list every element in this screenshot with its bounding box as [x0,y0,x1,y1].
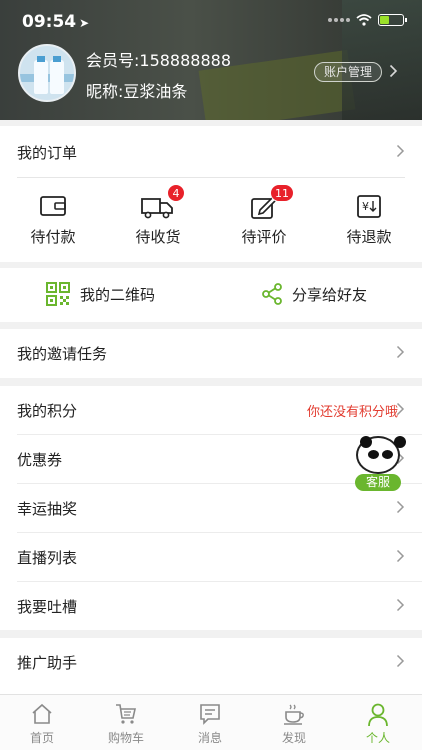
tab-label: 发现 [281,731,306,745]
tab-label: 消息 [197,731,222,745]
list-item-points[interactable]: 我的积分 你还没有积分哦 [0,386,422,435]
wifi-icon [356,14,372,26]
list-item-feedback[interactable]: 我要吐槽 [0,582,422,631]
chevron-right-icon [396,549,405,563]
tab-home[interactable]: 首页 [0,695,84,750]
avatar[interactable] [18,44,76,102]
list-item-label: 我的积分 [17,402,78,420]
promo-card: 推广助手 [0,638,422,694]
battery-icon [378,14,407,26]
tab-cart[interactable]: 购物车 [84,695,168,750]
qr-code-label: 我的二维码 [80,285,156,304]
order-tab-label: 待评价 [241,228,287,246]
menu-card: 我的积分 你还没有积分哦 优惠券 幸运抽奖 直播列表 我要吐槽 [0,386,422,630]
tab-label: 购物车 [107,731,144,745]
status-bar: 09:54 ➤ [22,12,407,32]
order-tab-label: 待付款 [30,228,76,246]
order-tab-label: 待退款 [346,228,392,246]
profile-header: 09:54 ➤ 会员号:158888888 昵称:豆浆油条 账户管理 [0,0,422,120]
nickname: 昵称:豆浆油条 [86,82,188,101]
tab-profile[interactable]: 个人 [336,695,420,750]
status-time-text: 09:54 [22,12,77,32]
list-item-label: 我要吐槽 [17,598,78,616]
account-management-button[interactable]: 账户管理 [314,62,382,82]
list-item-label: 直播列表 [17,549,78,567]
points-hint: 你还没有积分哦 [306,405,398,420]
coffee-icon [284,704,304,725]
chevron-right-icon[interactable] [389,64,398,78]
member-number: 会员号:158888888 [86,51,232,70]
bottom-tab-bar: 首页 购物车 消息 发现 个人 [0,694,422,750]
order-tab-pending-refund[interactable]: ¥ 待退款 [324,186,414,256]
order-tab-pending-review[interactable]: 11 待评价 [219,184,309,256]
list-item-label: 幸运抽奖 [17,500,78,518]
chevron-right-icon [396,345,405,359]
chevron-right-icon [396,402,405,416]
quick-actions: 我的二维码 分享给好友 [0,268,422,322]
share-to-friends-button[interactable]: 分享给好友 [260,282,367,306]
tab-messages[interactable]: 消息 [168,695,252,750]
chevron-right-icon [396,654,405,668]
home-icon [32,703,52,724]
list-item-label: 我的邀请任务 [17,345,108,363]
list-item-promo-assistant[interactable]: 推广助手 [0,638,422,687]
cart-icon [116,704,136,724]
invite-card: 我的邀请任务 [0,329,422,378]
share-label: 分享给好友 [292,285,368,304]
wallet-icon [40,196,66,216]
refund-icon: ¥ [357,195,381,218]
location-arrow-icon: ➤ [79,16,90,30]
order-tab-label: 待收货 [135,228,181,246]
chevron-right-icon [396,500,405,514]
tab-label: 个人 [365,731,390,745]
panda-icon [356,436,406,474]
my-qr-code-button[interactable]: 我的二维码 [46,282,155,306]
order-badge: 4 [167,184,185,202]
order-tab-pending-payment[interactable]: 待付款 [8,186,98,256]
status-time: 09:54 ➤ [22,12,89,32]
order-badge: 11 [270,184,294,202]
chevron-right-icon[interactable] [396,144,405,158]
tab-discover[interactable]: 发现 [252,695,336,750]
customer-service-label: 客服 [355,474,401,491]
list-item-label: 推广助手 [17,654,78,672]
person-icon [368,703,388,727]
status-indicators [328,14,407,26]
list-item-label: 优惠券 [17,451,63,469]
list-item-invite-tasks[interactable]: 我的邀请任务 [0,329,422,378]
orders-section: 我的订单 待付款 4 待收货 11 待评价 ¥ 待退款 [0,126,422,262]
signal-icon [328,18,350,22]
my-orders-title[interactable]: 我的订单 [17,142,77,163]
divider [17,177,405,178]
order-tab-pending-receipt[interactable]: 4 待收货 [113,184,203,256]
message-icon [200,704,220,725]
svg-text:¥: ¥ [362,200,369,213]
tab-label: 首页 [29,731,54,745]
chevron-right-icon [396,598,405,612]
customer-service-button[interactable]: 客服 [352,436,406,492]
share-icon [262,283,282,305]
qr-code-icon [46,282,70,306]
list-item-live-list[interactable]: 直播列表 [0,533,422,582]
